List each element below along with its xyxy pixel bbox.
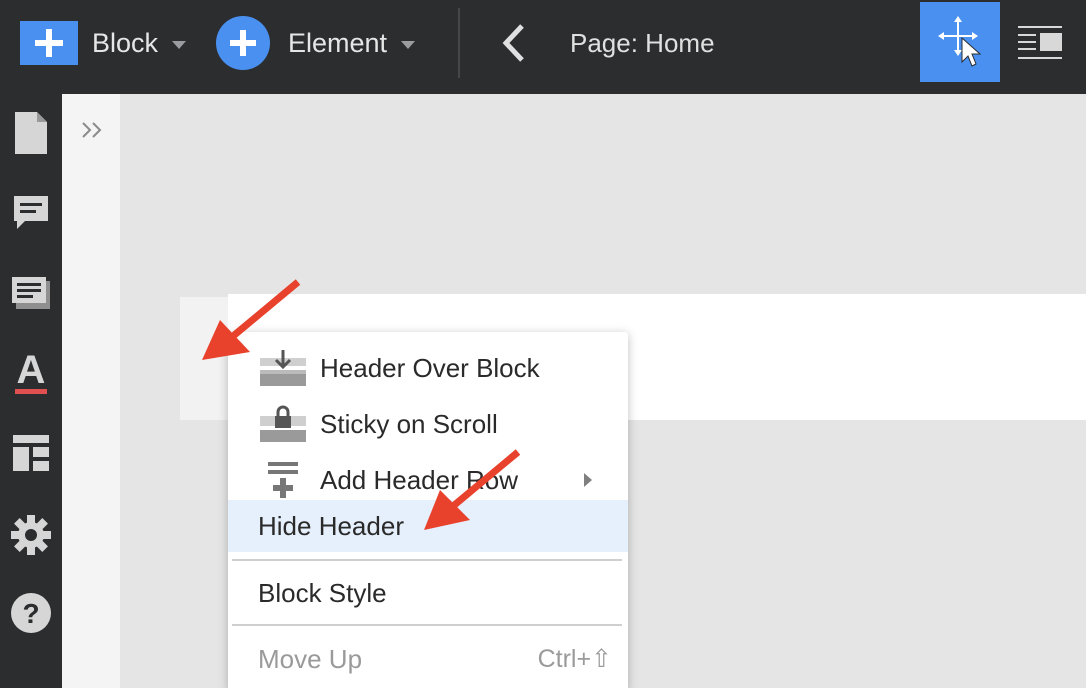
help-button[interactable]: ?: [8, 590, 54, 636]
menu-separator: [232, 559, 622, 561]
chevron-down-icon: [172, 41, 187, 49]
menu-item-sticky-on-scroll[interactable]: Sticky on Scroll: [228, 396, 628, 452]
element-label: Element: [288, 27, 388, 58]
add-element-button[interactable]: Element: [216, 0, 416, 86]
left-sidebar: A ?: [0, 94, 62, 688]
header-over-block-icon: [260, 350, 306, 386]
context-menu: Header Over Block Sticky on Scroll Add H…: [228, 332, 628, 688]
lock-header-icon: [260, 405, 306, 442]
menu-item-label: Add Header Row: [320, 464, 518, 495]
gear-icon: [11, 515, 51, 555]
collapsed-panel: [62, 94, 120, 688]
content-button[interactable]: [8, 270, 54, 316]
shortcut-label: Ctrl+⇧: [537, 645, 612, 673]
block-handle[interactable]: [180, 297, 228, 420]
add-row-icon: [268, 462, 298, 498]
stacked-content-icon: [12, 277, 50, 309]
text-color-icon: A: [15, 348, 47, 394]
pages-button[interactable]: [8, 110, 54, 156]
back-button[interactable]: [494, 20, 534, 66]
comments-button[interactable]: [8, 190, 54, 236]
menu-separator: [232, 624, 622, 626]
help-icon: ?: [11, 593, 51, 633]
expand-panel-button[interactable]: [80, 118, 106, 142]
menu-item-move-up: Move Up Ctrl+⇧: [228, 632, 628, 686]
layout-list-icon: [1018, 26, 1062, 59]
chevron-down-icon: [401, 41, 416, 49]
page-icon: [15, 112, 47, 154]
menu-item-label: Sticky on Scroll: [320, 408, 498, 439]
settings-button[interactable]: [8, 512, 54, 558]
layout-view-button[interactable]: [1012, 20, 1068, 66]
toolbar-divider: [458, 8, 460, 78]
menu-item-hide-header[interactable]: Hide Header: [228, 500, 628, 552]
menu-item-label: Move Up: [258, 643, 363, 674]
chevron-left-icon: [502, 24, 524, 62]
plus-icon: [20, 21, 78, 65]
move-mode-button[interactable]: [920, 2, 1000, 82]
page-title[interactable]: Page: Home: [570, 0, 715, 86]
add-block-button[interactable]: Block: [20, 0, 187, 86]
layout-grid-icon: [13, 435, 49, 471]
menu-item-label: Header Over Block: [320, 352, 540, 383]
layouts-button[interactable]: [8, 430, 54, 476]
comment-icon: [14, 196, 48, 229]
svg-text:A: A: [17, 348, 46, 392]
typography-button[interactable]: A: [8, 348, 54, 394]
top-toolbar: Block Element Page: Home: [0, 0, 1086, 94]
double-chevron-right-icon: [82, 122, 102, 138]
svg-text:?: ?: [22, 598, 39, 629]
menu-item-header-over-block[interactable]: Header Over Block: [228, 340, 628, 396]
move-cursor-icon: [938, 16, 982, 67]
menu-item-label: Hide Header: [258, 510, 404, 541]
block-label: Block: [92, 27, 159, 58]
menu-item-label: Block Style: [258, 577, 387, 608]
plus-circle-icon: [216, 16, 270, 70]
menu-item-block-style[interactable]: Block Style: [228, 566, 628, 620]
submenu-arrow-icon: [584, 473, 592, 487]
